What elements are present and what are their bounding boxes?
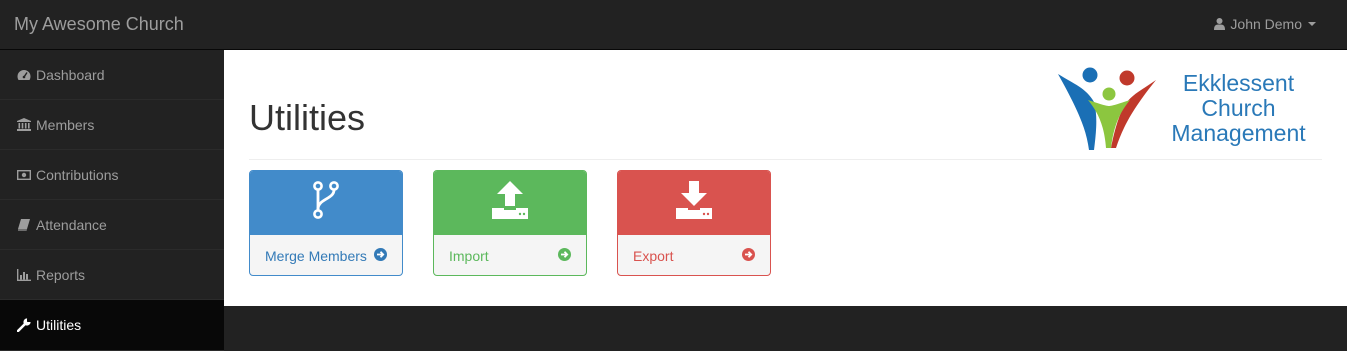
user-name: John Demo xyxy=(1230,16,1302,32)
upload-icon xyxy=(490,180,530,225)
import-tile[interactable]: Import xyxy=(433,170,587,276)
user-icon xyxy=(1214,18,1226,30)
caret-down-icon xyxy=(1307,21,1317,27)
sidebar-item-utilities[interactable]: Utilities xyxy=(0,300,224,351)
sidebar-item-label: Contributions xyxy=(36,166,119,183)
tile-header xyxy=(618,171,770,234)
tile-header xyxy=(434,171,586,234)
wrench-icon xyxy=(16,318,31,332)
code-fork-icon xyxy=(312,181,340,224)
arrow-circle-right-icon xyxy=(374,247,387,264)
church-logo-icon xyxy=(1058,67,1156,150)
logo-line: Ekklessent xyxy=(1182,70,1295,96)
logo-text: Ekklessent Church Management xyxy=(1161,71,1316,146)
sidebar-item-dashboard[interactable]: Dashboard xyxy=(0,50,224,100)
bar-chart-icon xyxy=(16,268,31,282)
top-navbar: My Awesome Church John Demo xyxy=(0,0,1347,50)
main-content: Utilities Ekklessent Church Management M… xyxy=(224,50,1347,306)
logo-line: Management xyxy=(1171,120,1306,146)
bank-icon xyxy=(16,118,31,132)
tile-header xyxy=(250,171,402,234)
tile-footer[interactable]: Export xyxy=(618,234,770,275)
import-label: Import xyxy=(449,247,489,264)
merge-members-label: Merge Members xyxy=(265,247,367,264)
sidebar: Dashboard Members Contributions Attendan… xyxy=(0,50,224,351)
ekklessent-logo: Ekklessent Church Management xyxy=(1056,66,1316,152)
brand-link[interactable]: My Awesome Church xyxy=(14,14,184,34)
export-label: Export xyxy=(633,247,674,264)
arrow-circle-right-icon xyxy=(558,247,571,264)
sidebar-item-contributions[interactable]: Contributions xyxy=(0,150,224,200)
sidebar-item-reports[interactable]: Reports xyxy=(0,250,224,300)
tile-footer[interactable]: Import xyxy=(434,234,586,275)
sidebar-item-label: Members xyxy=(36,116,95,133)
export-tile[interactable]: Export xyxy=(617,170,771,276)
sidebar-item-label: Utilities xyxy=(36,317,82,333)
sidebar-item-label: Reports xyxy=(36,266,86,283)
sidebar-item-label: Dashboard xyxy=(36,66,105,83)
merge-members-tile[interactable]: Merge Members xyxy=(249,170,403,276)
page-title: Utilities xyxy=(249,97,366,138)
download-icon xyxy=(674,180,714,225)
user-menu[interactable]: John Demo xyxy=(1214,16,1317,32)
dashboard-icon xyxy=(16,68,31,82)
sidebar-item-members[interactable]: Members xyxy=(0,100,224,150)
sidebar-item-label: Attendance xyxy=(36,216,107,233)
title-divider xyxy=(249,159,1322,160)
logo-line: Church xyxy=(1201,95,1276,121)
tile-footer[interactable]: Merge Members xyxy=(250,234,402,275)
book-icon xyxy=(16,218,31,232)
arrow-circle-right-icon xyxy=(742,247,755,264)
money-icon xyxy=(16,168,31,182)
sidebar-item-attendance[interactable]: Attendance xyxy=(0,200,224,250)
